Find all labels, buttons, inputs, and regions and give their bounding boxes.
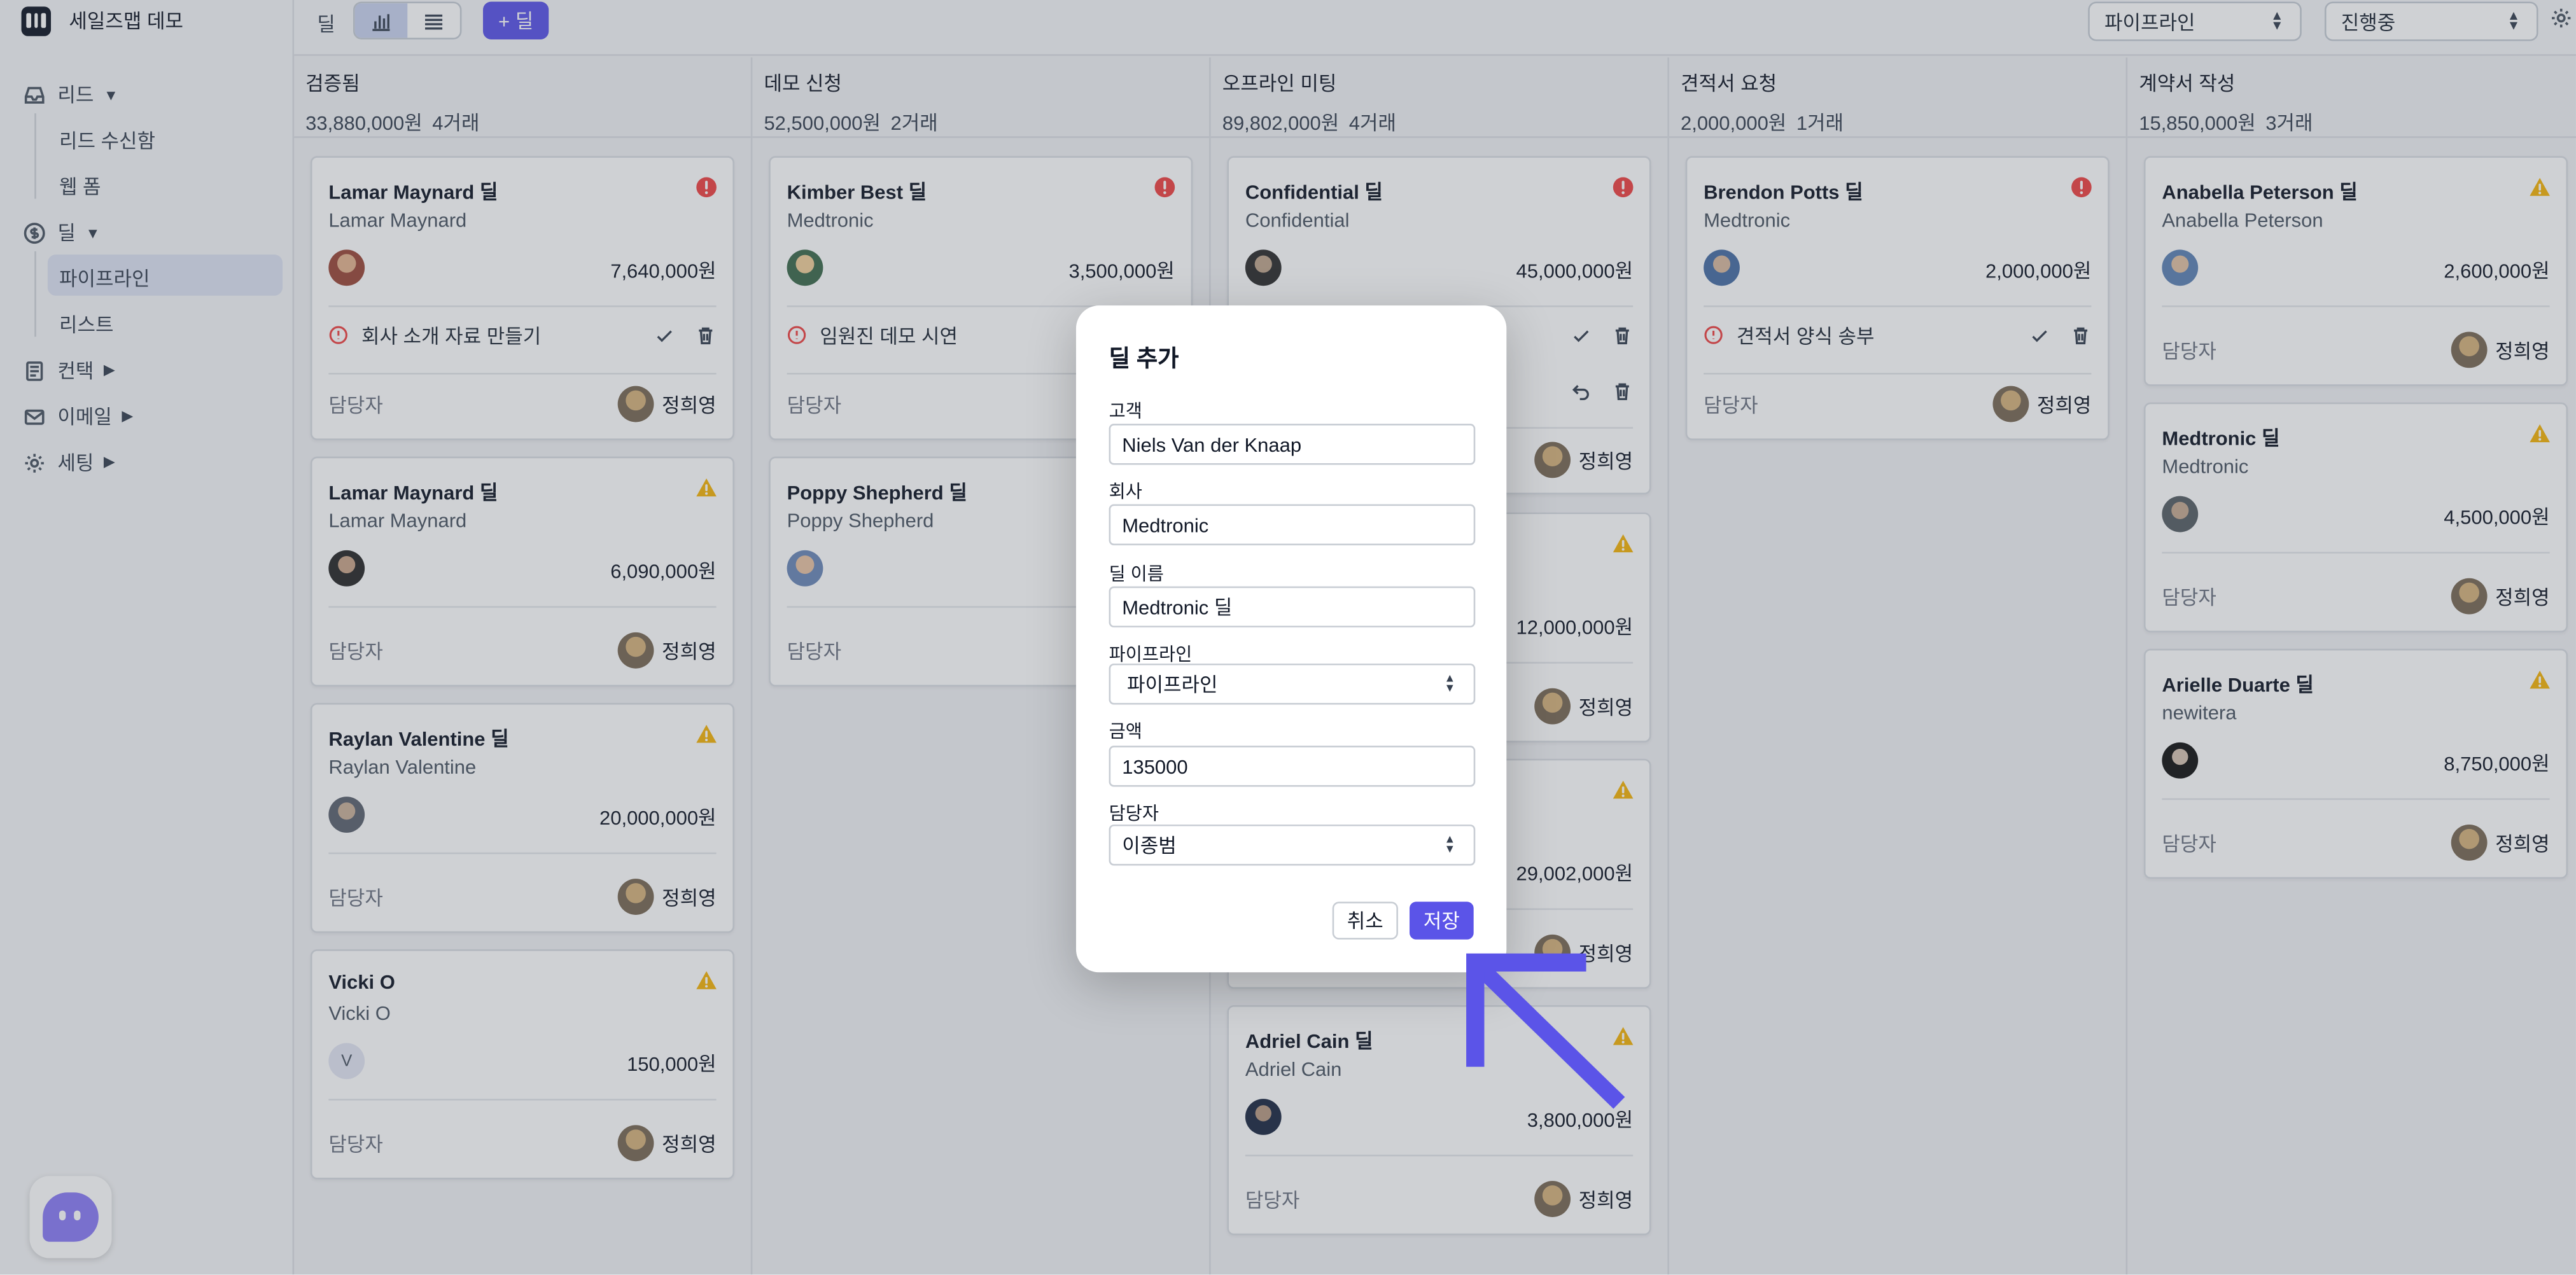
save-button[interactable]: 저장 [1410, 902, 1474, 940]
cancel-button[interactable]: 취소 [1332, 902, 1398, 940]
chevron-updown-icon: ▲ ▼ [1444, 673, 1456, 695]
company-label: 회사 [1109, 482, 1142, 503]
deal-name-value: Medtronic 딜 [1122, 596, 1233, 620]
add-deal-dialog: 딜 추가 고객 Niels Van der Knaap 회사 Medtronic… [1075, 305, 1507, 973]
pipeline-value: 파이프라인 [1126, 673, 1218, 697]
customer-field[interactable]: Niels Van der Knaap [1109, 424, 1476, 465]
customer-label: 고객 [1109, 402, 1142, 422]
owner-value: 이종범 [1122, 834, 1177, 858]
deal-name-label: 딜 이름 [1109, 565, 1164, 585]
pipeline-label: 파이프라인 [1109, 645, 1193, 665]
chevron-updown-icon: ▲ ▼ [1444, 834, 1456, 856]
amount-field[interactable]: 135000 [1109, 746, 1476, 787]
pointer-arrow-icon [1466, 953, 1625, 1109]
owner-field-label: 담당자 [1109, 804, 1159, 825]
company-field[interactable]: Medtronic [1109, 504, 1476, 546]
deal-name-field[interactable]: Medtronic 딜 [1109, 586, 1476, 628]
amount-value: 135000 [1122, 755, 1188, 778]
amount-label: 금액 [1109, 722, 1142, 742]
pipeline-field[interactable]: 파이프라인 ▲ ▼ [1109, 663, 1476, 705]
app-root: 세일즈맵 데모 리드 ▼ 리드 수신함 웹 폼 딜 ▼ 파이프라인 리스트 컨택 [0, 0, 2576, 1275]
dialog-title: 딜 추가 [1109, 345, 1179, 372]
owner-field[interactable]: 이종범 ▲ ▼ [1109, 824, 1476, 866]
customer-value: Niels Van der Knaap [1122, 433, 1302, 456]
company-value: Medtronic [1122, 513, 1209, 536]
